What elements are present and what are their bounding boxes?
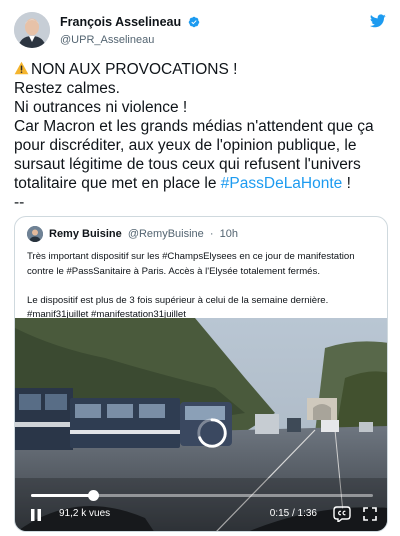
tweet-text-line: --: [14, 194, 25, 211]
tweet-text-line: Restez calmes.: [14, 80, 120, 97]
quoted-separator: ·: [209, 228, 214, 240]
tweet-header: François Asselineau @UPR_Asselineau: [14, 12, 388, 48]
tweet-text-headline: NON AUX PROVOCATIONS !: [31, 61, 238, 78]
quoted-tweet[interactable]: Remy Buisine @RemyBuisine · 10h Très imp…: [14, 216, 388, 532]
quoted-text-line: Le dispositif est plus de 3 fois supérie…: [27, 294, 329, 306]
pause-icon[interactable]: [29, 508, 43, 522]
author-block[interactable]: François Asselineau @UPR_Asselineau: [60, 13, 200, 46]
video-player[interactable]: 91,2 k vues 0:15 / 1:36: [15, 318, 387, 531]
tweet-text-line: NON AUX PROVOCATIONS !: [14, 60, 390, 79]
closed-captions-icon[interactable]: [333, 506, 351, 522]
tweet-text-line: Car Macron et les grands médias n'attend…: [14, 118, 374, 135]
verified-badge-icon: [188, 16, 199, 28]
tweet-card: François Asselineau @UPR_Asselineau NON …: [0, 0, 400, 536]
quoted-text-line: contre le #PassSanitaire à Paris. Accès …: [27, 265, 320, 277]
tweet-text-line: totalitaire que met en place le #PassDeL…: [14, 174, 390, 193]
quoted-timestamp[interactable]: 10h: [220, 228, 238, 240]
fullscreen-icon[interactable]: [363, 507, 377, 521]
quoted-text-line: Très important dispositif sur les #Champ…: [27, 251, 355, 262]
quoted-text-line: [27, 279, 379, 294]
tweet-text-fragment: !: [342, 175, 351, 192]
tweet-text-line: Ni outrances ni violence !: [14, 99, 188, 116]
video-scrubber-handle[interactable]: [87, 490, 99, 501]
tweet-text-line: pour discréditer, aux yeux de l'opinion …: [14, 137, 357, 154]
video-timecode: 0:15 / 1:36: [269, 508, 317, 519]
twitter-bird-icon[interactable]: [370, 14, 386, 28]
tweet-text-fragment: totalitaire que met en place le: [14, 175, 221, 192]
author-avatar[interactable]: [14, 12, 50, 48]
tweet-text: NON AUX PROVOCATIONS ! Restez calmes. Ni…: [14, 60, 390, 212]
quoted-tweet-text: Très important dispositif sur les #Champ…: [27, 250, 379, 323]
quoted-author-handle[interactable]: @RemyBuisine: [128, 228, 204, 240]
author-handle[interactable]: @UPR_Asselineau: [60, 34, 200, 46]
video-view-count: 91,2 k vues: [59, 508, 111, 519]
quoted-author-avatar[interactable]: [27, 226, 43, 242]
loading-spinner-icon: [197, 418, 227, 448]
video-progress-fill: [31, 494, 93, 497]
quoted-author-name[interactable]: Remy Buisine: [49, 228, 122, 240]
quoted-author-meta: Remy Buisine @RemyBuisine · 10h: [49, 228, 238, 240]
warning-icon: [14, 61, 29, 75]
author-name[interactable]: François Asselineau: [60, 15, 181, 29]
tweet-text-line: sursaut légitime de tous ceux qui refuse…: [14, 156, 361, 173]
hashtag-link-passdelahonte[interactable]: #PassDeLaHonte: [221, 175, 343, 192]
video-controls: 91,2 k vues 0:15 / 1:36: [15, 504, 387, 528]
video-progress-bar[interactable]: [31, 490, 373, 501]
